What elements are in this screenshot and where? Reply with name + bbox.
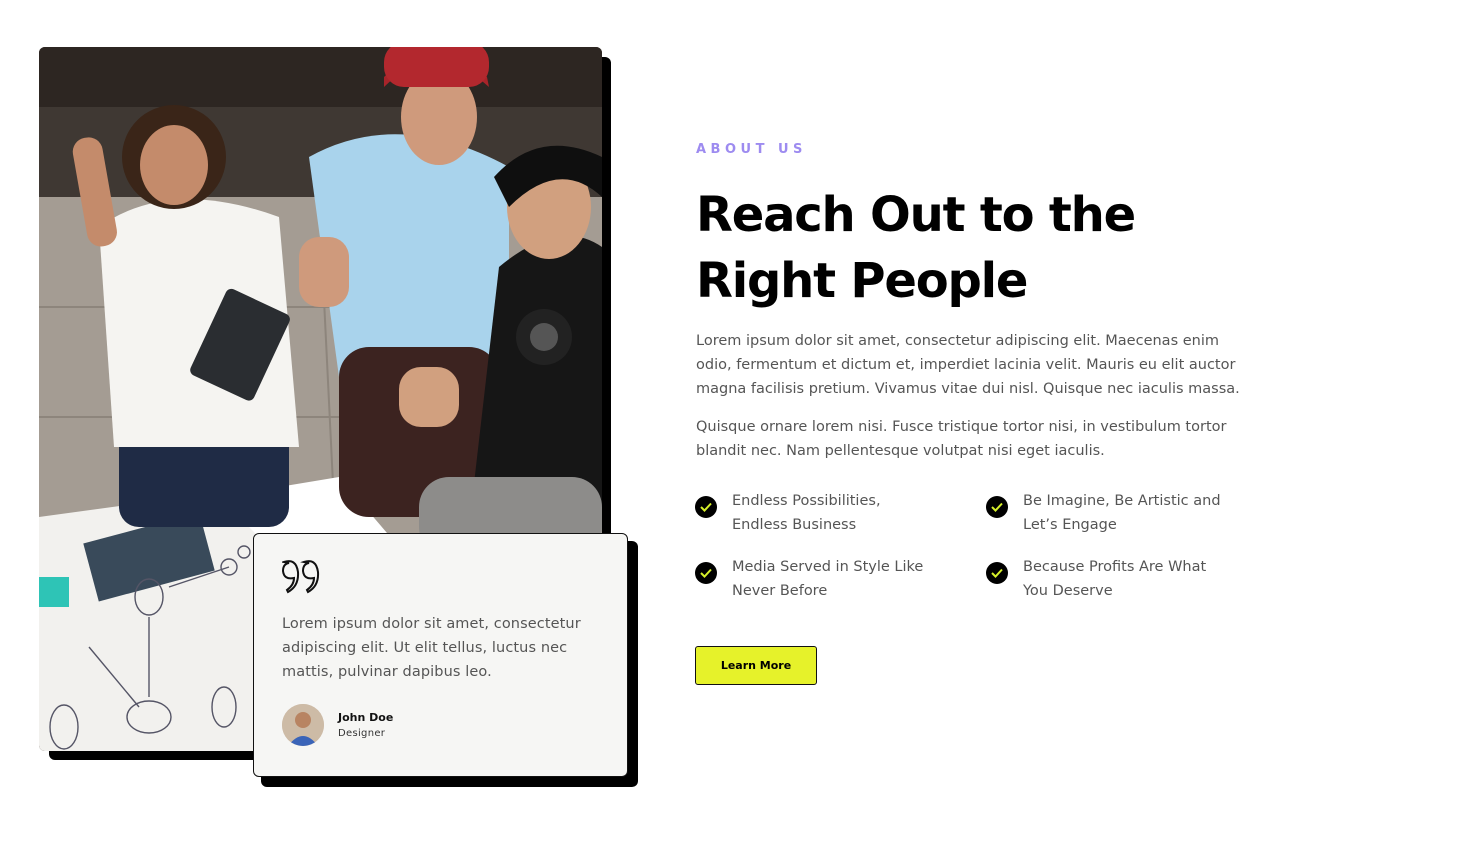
check-icon [986, 496, 1008, 518]
feature-text-line-1: Media Served in Style Like [732, 559, 924, 575]
author-role: Designer [338, 728, 386, 739]
testimonial-author: John Doe Designer [282, 704, 599, 746]
feature-item: Endless Possibilities, Endless Business [695, 493, 945, 537]
section-title: Reach Out to the Right People [696, 182, 1256, 314]
section-title-line-2: Right People [696, 253, 1028, 309]
learn-more-button[interactable]: Learn More [695, 646, 817, 685]
feature-text-line-2: Endless Business [732, 517, 857, 533]
feature-text: Media Served in Style Like Never Before [732, 555, 923, 603]
feature-text-line-1: Be Imagine, Be Artistic and [1023, 493, 1221, 509]
feature-text-line-1: Because Profits Are What [1023, 559, 1207, 575]
check-icon [695, 496, 717, 518]
section-title-line-1: Reach Out to the [696, 187, 1136, 243]
feature-item: Be Imagine, Be Artistic and Let’s Engage [986, 493, 1236, 537]
testimonial-quote: Lorem ipsum dolor sit amet, consectetur … [282, 616, 581, 680]
feature-item: Because Profits Are What You Deserve [986, 559, 1236, 603]
section-eyebrow: ABOUT US [696, 142, 807, 157]
intro-paragraph-1: Lorem ipsum dolor sit amet, consectetur … [696, 333, 1240, 397]
avatar-image [282, 704, 324, 746]
feature-text-line-2: Never Before [732, 583, 828, 599]
feature-text: Because Profits Are What You Deserve [1023, 555, 1206, 603]
intro-paragraph-2: Quisque ornare lorem nisi. Fusce tristiq… [696, 419, 1227, 459]
feature-text: Be Imagine, Be Artistic and Let’s Engage [1023, 489, 1221, 537]
feature-item: Media Served in Style Like Never Before [695, 559, 945, 603]
author-info: John Doe Designer [338, 711, 393, 739]
feature-text: Endless Possibilities, Endless Business [732, 489, 881, 537]
testimonial-card: Lorem ipsum dolor sit amet, consectetur … [253, 533, 628, 777]
check-icon [695, 562, 717, 584]
author-name: John Doe [338, 711, 394, 724]
feature-text-line-2: Let’s Engage [1023, 517, 1117, 533]
feature-text-line-2: You Deserve [1023, 583, 1113, 599]
avatar [282, 704, 324, 746]
feature-text-line-1: Endless Possibilities, [732, 493, 881, 509]
check-icon [986, 562, 1008, 584]
quote-icon [282, 560, 320, 594]
